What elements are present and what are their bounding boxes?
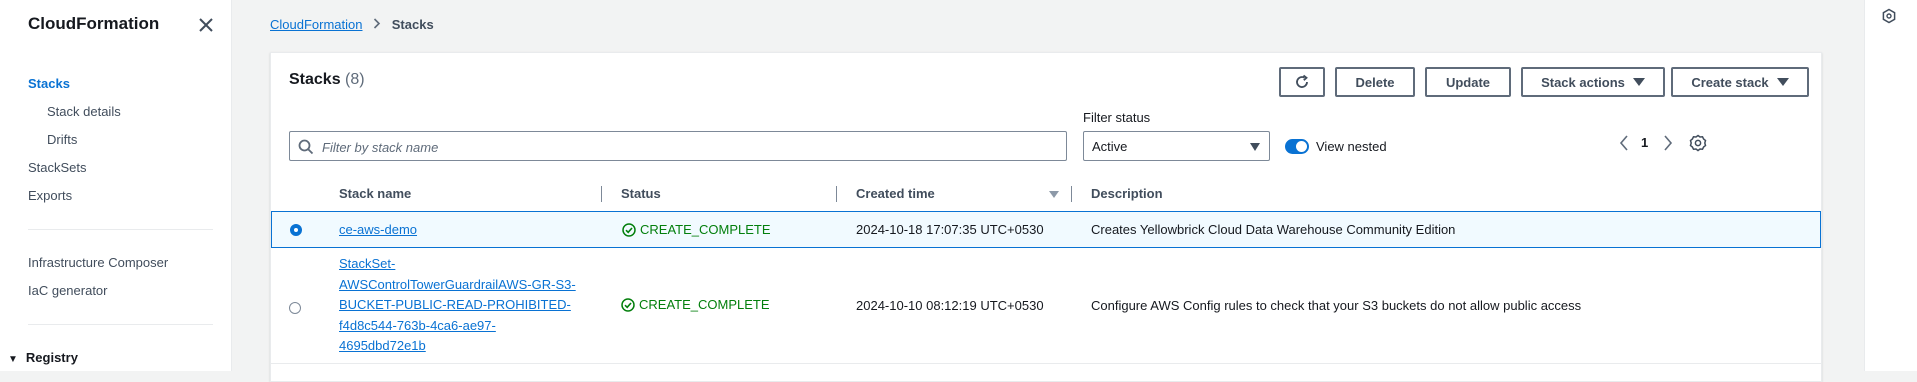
service-title[interactable]: CloudFormation [28, 14, 159, 34]
sidebar-item-drifts[interactable]: Drifts [47, 132, 77, 147]
breadcrumb: CloudFormation Stacks [270, 17, 434, 32]
caret-down-icon [1250, 143, 1260, 151]
gear-icon[interactable] [1689, 134, 1707, 152]
column-resizer[interactable] [601, 186, 602, 202]
page-title: Stacks (8) [289, 71, 365, 89]
sidebar-item-stack-details[interactable]: Stack details [47, 104, 121, 119]
check-circle-icon [622, 222, 636, 237]
status-cell: CREATE_COMPLETE [622, 222, 771, 237]
check-circle-icon [621, 297, 635, 312]
stacks-container: Stacks (8) Delete Update Stack actions C… [270, 52, 1822, 382]
breadcrumb-link-cloudformation[interactable]: CloudFormation [270, 17, 363, 32]
view-nested-label: View nested [1316, 139, 1387, 154]
column-resizer[interactable] [1071, 186, 1072, 202]
stack-name-link[interactable]: ce-aws-demo [339, 222, 417, 237]
sidebar-divider [28, 229, 213, 230]
create-stack-label: Create stack [1691, 74, 1769, 90]
hexagon-info-icon[interactable] [1881, 8, 1897, 24]
toggle-knob [1296, 141, 1307, 152]
sidebar-item-infrastructure-composer[interactable]: Infrastructure Composer [28, 255, 168, 270]
create-stack-button[interactable]: Create stack [1671, 67, 1809, 97]
column-header-stack-name[interactable]: Stack name [339, 186, 411, 201]
stack-actions-label: Stack actions [1541, 74, 1625, 90]
sidebar-item-stacksets[interactable]: StackSets [28, 160, 87, 175]
created-time-cell: 2024-10-10 08:12:19 UTC+0530 [856, 298, 1044, 313]
right-utility-rail [1864, 0, 1917, 371]
table-row[interactable]: StackSet- AWSControlTowerGuardrailAWS-GR… [271, 248, 1821, 364]
stack-name-line: AWSControlTowerGuardrailAWS-GR-S3- [339, 276, 576, 292]
search-icon [298, 139, 314, 155]
status-text: CREATE_COMPLETE [640, 222, 771, 237]
search-input[interactable] [320, 136, 1054, 158]
refresh-button[interactable] [1279, 67, 1325, 97]
stack-name-line: f4d8c544-763b-4ca6-ae97- [339, 317, 496, 333]
table-header: Stack name Status Created time Descripti… [271, 177, 1821, 212]
chevron-right-icon [373, 17, 381, 32]
filter-status-value: Active [1092, 139, 1128, 154]
sidebar-divider [28, 324, 213, 325]
refresh-icon [1296, 74, 1308, 88]
title-text: Stacks [289, 71, 341, 88]
caret-down-icon: ▼ [8, 354, 18, 365]
sidebar-item-exports[interactable]: Exports [28, 188, 72, 203]
column-header-created-time[interactable]: Created time [856, 186, 935, 201]
stack-name-line: BUCKET-PUBLIC-READ-PROHIBITED- [339, 297, 571, 312]
row-select-radio[interactable] [289, 302, 301, 314]
caret-down-icon [1776, 78, 1789, 86]
delete-button[interactable]: Delete [1335, 67, 1415, 97]
view-nested-toggle[interactable] [1285, 139, 1309, 154]
column-header-status[interactable]: Status [621, 186, 661, 201]
table-row[interactable]: ce-aws-demo CREATE_COMPLETE 2024-10-18 1… [271, 211, 1821, 248]
stack-name-link[interactable]: StackSet- AWSControlTowerGuardrailAWS-GR… [339, 256, 576, 353]
stack-actions-button[interactable]: Stack actions [1521, 67, 1665, 97]
description-cell: Configure AWS Config rules to check that… [1091, 298, 1582, 313]
status-text: CREATE_COMPLETE [639, 297, 770, 312]
close-icon[interactable] [195, 14, 217, 36]
filter-status-select[interactable]: Active [1083, 131, 1270, 161]
sidebar-section-registry[interactable]: ▼ Registry [8, 350, 78, 365]
row-select-radio[interactable] [290, 224, 302, 236]
stack-name-line: StackSet- [339, 256, 396, 271]
stack-count: (8) [345, 71, 365, 88]
column-resizer[interactable] [836, 186, 837, 202]
stack-search[interactable] [289, 131, 1067, 161]
status-cell: CREATE_COMPLETE [621, 297, 770, 312]
column-header-description[interactable]: Description [1091, 186, 1163, 201]
sidebar-section-label: Registry [25, 350, 78, 365]
description-cell: Creates Yellowbrick Cloud Data Warehouse… [1091, 222, 1456, 237]
chevron-left-icon[interactable] [1616, 133, 1632, 153]
side-navigation: CloudFormation Stacks Stack details Drif… [0, 0, 232, 371]
caret-down-icon [1632, 78, 1645, 86]
page-number[interactable]: 1 [1641, 135, 1648, 150]
chevron-right-icon[interactable] [1660, 133, 1676, 153]
sidebar-item-stacks[interactable]: Stacks [28, 76, 70, 91]
stack-name-cell: ce-aws-demo [339, 222, 417, 237]
stack-name-cell: StackSet- AWSControlTowerGuardrailAWS-GR… [339, 254, 589, 357]
sidebar-item-iac-generator[interactable]: IaC generator [28, 283, 108, 298]
update-button[interactable]: Update [1425, 67, 1511, 97]
stack-name-line: 4695dbd72e1b [339, 338, 426, 353]
filter-status-label: Filter status [1083, 110, 1151, 125]
created-time-cell: 2024-10-18 17:07:35 UTC+0530 [856, 222, 1044, 237]
breadcrumb-current: Stacks [391, 17, 434, 32]
sort-descending-icon[interactable] [1049, 191, 1059, 198]
